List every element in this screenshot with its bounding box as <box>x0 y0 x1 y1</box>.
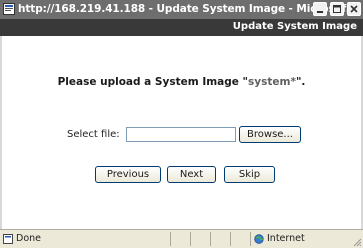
maximize-button[interactable] <box>330 2 344 16</box>
close-button[interactable] <box>347 2 361 16</box>
browse-button[interactable]: Browse... <box>239 126 301 143</box>
ie-page-icon <box>3 3 15 15</box>
upload-prompt: Please upload a System Image "system*". <box>0 76 363 88</box>
prompt-suffix: ". <box>295 76 306 88</box>
skip-button[interactable]: Skip <box>224 166 275 183</box>
prompt-filename: system* <box>248 76 296 88</box>
status-divider <box>210 232 211 246</box>
minimize-button[interactable] <box>313 2 327 16</box>
status-divider <box>230 232 231 246</box>
previous-button[interactable]: Previous <box>95 166 161 183</box>
select-file-label: Select file: <box>67 129 120 140</box>
status-bar: Done Internet <box>0 229 363 248</box>
status-divider <box>190 232 191 246</box>
status-text: Done <box>16 233 41 244</box>
close-icon <box>350 5 358 13</box>
page-done-icon <box>3 234 13 244</box>
page-header: Update System Image <box>0 19 363 36</box>
window-title: http://168.219.41.188 - Update System Im… <box>18 3 358 15</box>
minimize-icon <box>317 11 323 13</box>
prompt-prefix: Please upload a System Image " <box>57 76 249 88</box>
status-divider <box>170 232 171 246</box>
maximize-icon <box>333 5 341 13</box>
internet-globe-icon <box>254 234 264 244</box>
page-title: Update System Image <box>232 21 357 32</box>
next-button[interactable]: Next <box>167 166 216 183</box>
file-path-input[interactable] <box>126 127 236 142</box>
window-title-bar[interactable]: http://168.219.41.188 - Update System Im… <box>0 0 363 19</box>
zone-text: Internet <box>267 233 305 244</box>
resize-grip-icon[interactable] <box>352 237 362 247</box>
status-divider <box>250 232 251 246</box>
